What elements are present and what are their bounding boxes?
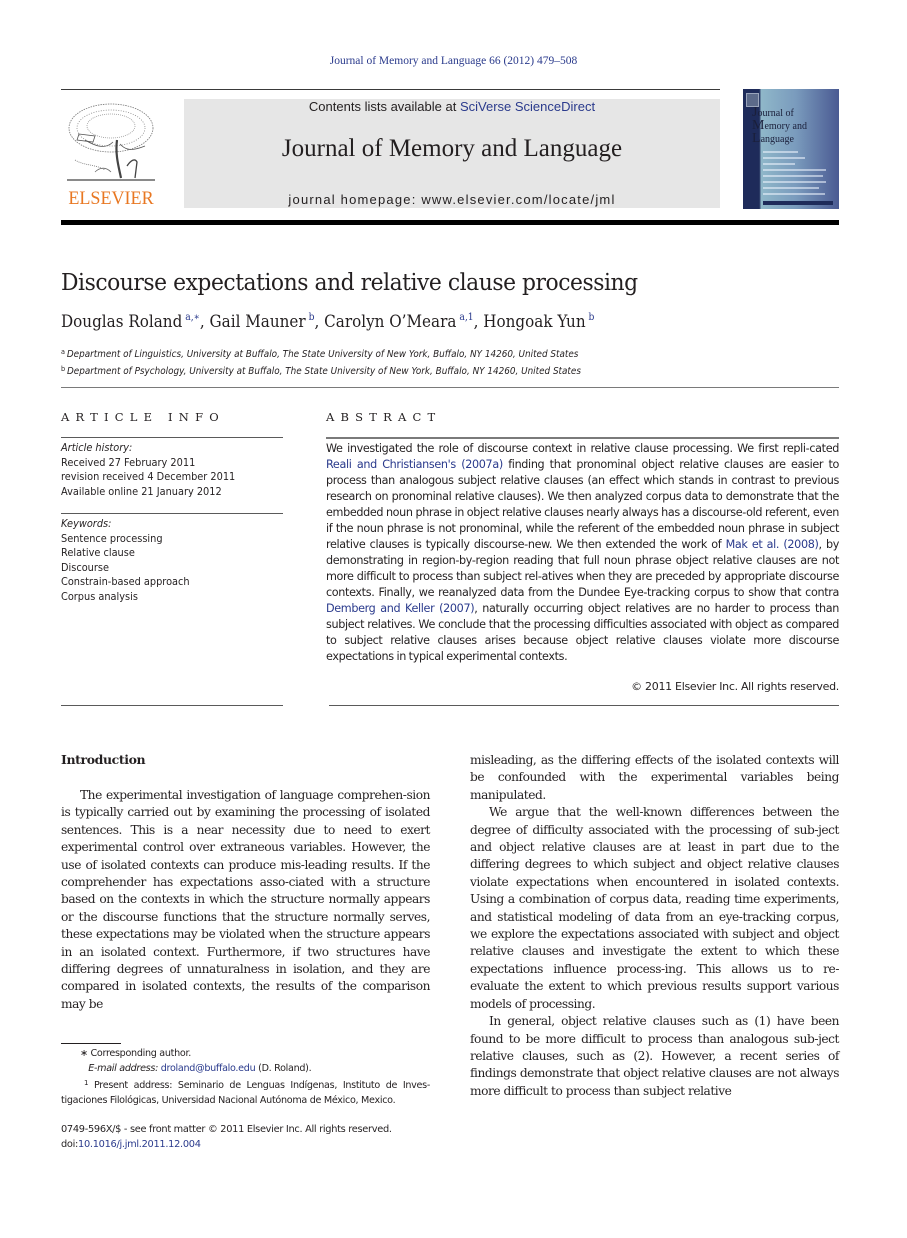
elsevier-logo: ELSEVIER xyxy=(61,100,161,210)
author-list: Douglas Roland a,∗, Gail Mauner b, Carol… xyxy=(61,312,595,331)
header-rule xyxy=(61,89,720,90)
footnotes: ∗ Corresponding author. E-mail address: … xyxy=(61,1046,430,1108)
journal-title: Journal of Memory and Language xyxy=(281,135,623,162)
keyword-item: Sentence processing xyxy=(61,532,163,545)
body-column-right: misleading, as the differing effects of … xyxy=(470,752,839,1100)
history-item: revision received 4 December 2011 xyxy=(61,471,236,483)
email-link[interactable]: droland@buffalo.edu xyxy=(161,1063,256,1074)
affiliation-b: b Department of Psychology, University at… xyxy=(61,365,581,377)
keywords: Keywords: Sentence processing Relative c… xyxy=(61,517,275,604)
cover-footer-bar xyxy=(763,201,833,205)
article-title: Discourse expectations and relative clau… xyxy=(61,268,638,296)
history-item: Received 27 February 2011 xyxy=(61,456,196,469)
journal-homepage[interactable]: journal homepage: www.elsevier.com/locat… xyxy=(184,192,720,207)
elsevier-wordmark: ELSEVIER xyxy=(68,188,154,209)
cover-title: Journal of Memory and Language xyxy=(752,105,807,146)
abstract-bottom-rule xyxy=(329,705,839,706)
abstract-rule xyxy=(326,437,839,439)
footnote-1: 1 Present address: Seminario de Lenguas … xyxy=(61,1079,431,1106)
citation-link[interactable]: Demberg and Keller (2007) xyxy=(326,602,475,615)
citation-link[interactable]: Reali and Christiansen's (2007a) xyxy=(326,458,503,471)
author-marks[interactable]: a,∗ xyxy=(185,312,200,323)
article-history: Article history: Received 27 February 20… xyxy=(61,441,275,499)
section-rule xyxy=(61,387,839,388)
article-info-heading: ARTICLE INFO xyxy=(61,410,225,424)
citation-link[interactable]: Mak et al. (2008) xyxy=(726,538,819,551)
issn-doi: 0749-596X/$ - see front matter © 2011 El… xyxy=(61,1122,392,1152)
keyword-item: Corpus analysis xyxy=(61,590,138,603)
abstract-text: We investigated the role of discourse co… xyxy=(326,442,840,663)
masthead-rule xyxy=(61,220,839,225)
keyword-item: Constrain-based approach xyxy=(61,576,190,588)
author-marks[interactable]: b xyxy=(309,312,315,323)
section-heading-introduction: Introduction xyxy=(61,752,146,767)
sciencedirect-link[interactable]: SciVerse ScienceDirect xyxy=(460,99,595,114)
body-column-left: The experimental investigation of langua… xyxy=(61,787,430,1013)
info-rule xyxy=(61,513,283,514)
cover-contents-lines xyxy=(763,151,833,199)
info-rule xyxy=(61,437,283,438)
keyword-item: Relative clause xyxy=(61,547,135,559)
author-name: Douglas Roland xyxy=(61,312,183,331)
elsevier-tree-icon xyxy=(67,103,155,181)
contents-availability: Contents lists available at SciVerse Sci… xyxy=(308,99,596,114)
journal-banner: Contents lists available at SciVerse Sci… xyxy=(184,99,720,208)
paragraph: We argue that the well-known differences… xyxy=(470,805,839,1011)
affiliation-a: a Department of Linguistics, University a… xyxy=(61,348,579,360)
footnote-email: E-mail address: droland@buffalo.edu (D. … xyxy=(88,1063,312,1074)
author-marks[interactable]: b xyxy=(589,312,595,323)
author-marks[interactable]: a,1 xyxy=(459,312,473,323)
footnote-rule xyxy=(61,1043,121,1044)
copyright-notice: © 2011 Elsevier Inc. All rights reserved… xyxy=(631,680,839,693)
author-name: Hongoak Yun xyxy=(483,312,586,331)
affiliations: a Department of Linguistics, University a… xyxy=(61,345,581,379)
issn-line: 0749-596X/$ - see front matter © 2011 El… xyxy=(61,1124,392,1135)
abstract-heading: ABSTRACT xyxy=(326,410,442,424)
keyword-item: Discourse xyxy=(61,561,109,574)
doi-link[interactable]: 10.1016/j.jml.2011.12.004 xyxy=(78,1139,201,1150)
running-head[interactable]: Journal of Memory and Language 66 (2012)… xyxy=(0,55,907,67)
paragraph: In general, object relative clauses such… xyxy=(470,1014,839,1098)
author-name: Carolyn O’Meara xyxy=(324,312,457,331)
journal-cover-image: Journal of Memory and Language xyxy=(743,89,839,209)
history-item: Available online 21 January 2012 xyxy=(61,485,222,498)
author-name: Gail Mauner xyxy=(209,312,306,331)
info-bottom-rule xyxy=(61,705,283,706)
doi-line: doi:10.1016/j.jml.2011.12.004 xyxy=(61,1139,201,1150)
footnote-corresponding: ∗ Corresponding author. xyxy=(80,1048,191,1059)
paragraph: misleading, as the differing effects of … xyxy=(470,753,839,802)
paragraph: The experimental investigation of langua… xyxy=(61,788,430,1011)
